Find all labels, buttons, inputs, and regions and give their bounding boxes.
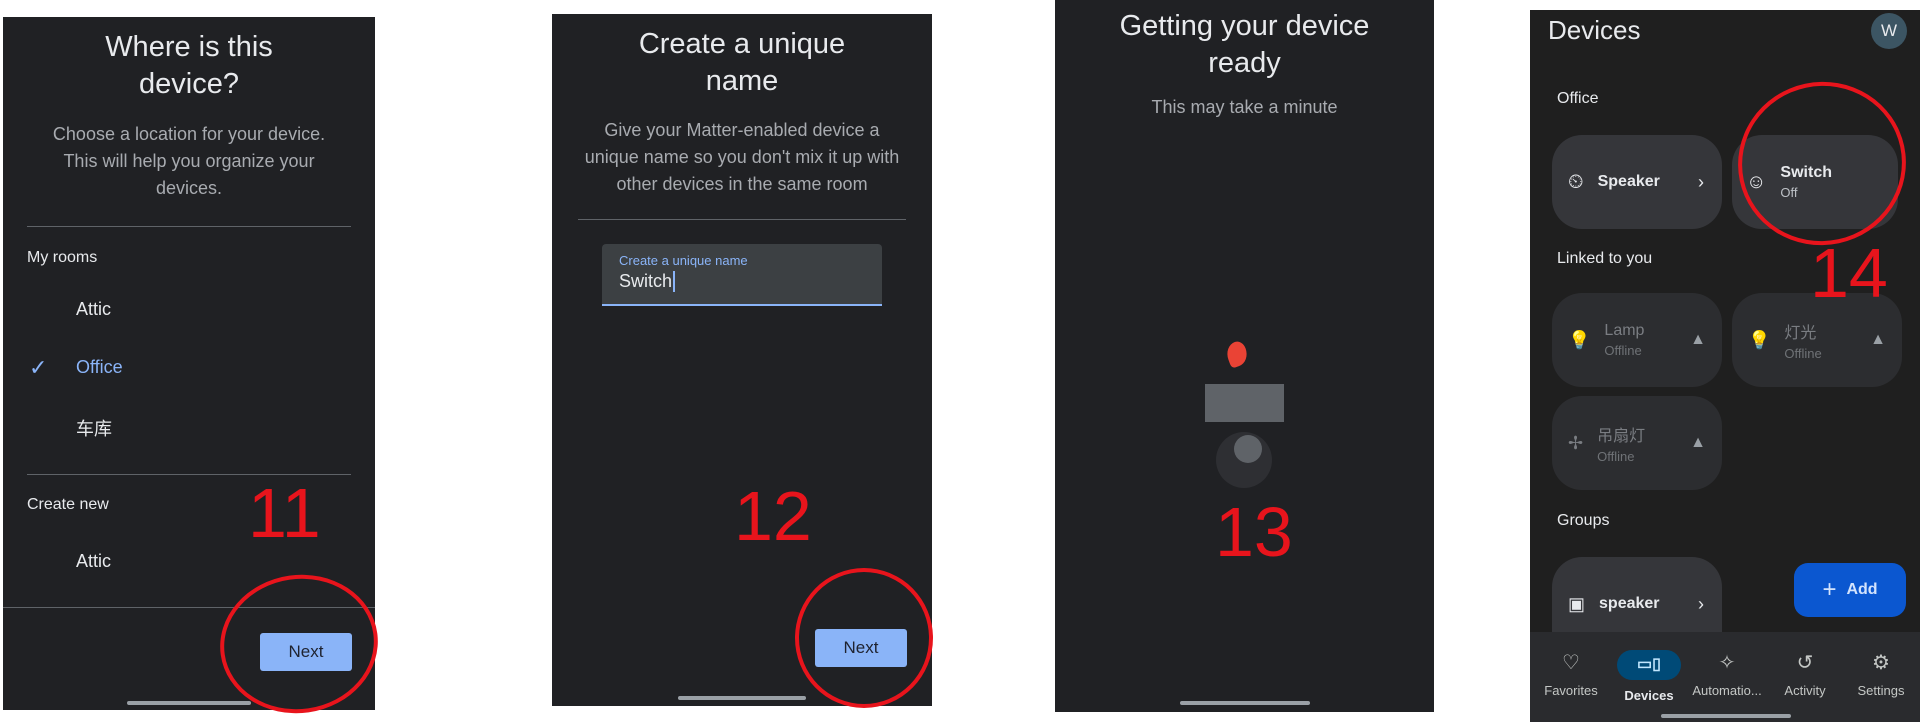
- input-label: Create a unique name: [619, 253, 748, 268]
- nav-label: Devices: [1624, 688, 1674, 703]
- section-linked: Linked to you: [1557, 250, 1653, 267]
- home-indicator: [678, 696, 806, 700]
- device-name: Lamp: [1604, 322, 1645, 339]
- bulb-icon: 💡: [1748, 329, 1771, 350]
- avatar[interactable]: W: [1871, 13, 1907, 49]
- page-title: Devices: [1548, 15, 1641, 45]
- chevron-right-icon: ›: [1698, 593, 1704, 614]
- section-groups: Groups: [1557, 512, 1610, 529]
- page-title: Getting your device ready: [1119, 10, 1370, 79]
- nav-settings[interactable]: ⚙ Settings: [1842, 650, 1920, 698]
- room-option-garage[interactable]: 车库: [3, 401, 375, 453]
- room-label: Attic: [76, 299, 112, 319]
- loading-shape: [1223, 339, 1251, 369]
- step-number: 13: [1215, 493, 1293, 571]
- room-option-office[interactable]: ✓ Office: [3, 343, 375, 395]
- page-subtitle: Choose a location for your device. This …: [52, 124, 326, 198]
- sparkle-icon: ✧: [1718, 652, 1736, 674]
- section-office: Office: [1557, 90, 1599, 107]
- home-indicator: [127, 701, 251, 705]
- name-input[interactable]: Create a unique name Switch: [602, 244, 882, 306]
- page-subtitle: This may take a minute: [1151, 97, 1338, 117]
- page-subtitle: Give your Matter-enabled device a unique…: [584, 120, 900, 194]
- nav-label: Settings: [1857, 683, 1905, 698]
- device-status: Offline: [1597, 449, 1635, 464]
- chevron-right-icon: ›: [1698, 171, 1704, 192]
- nav-label: Activity: [1784, 683, 1826, 698]
- step-number: 14: [1810, 234, 1888, 312]
- device-status: Offline: [1604, 343, 1642, 358]
- add-button[interactable]: + Add: [1794, 563, 1906, 617]
- loading-shape: [1205, 384, 1284, 422]
- warning-icon: ▲: [1870, 331, 1886, 348]
- nav-devices[interactable]: ▭▯ Devices: [1610, 650, 1688, 703]
- warning-icon: ▲: [1690, 434, 1706, 451]
- device-tile-speaker[interactable]: ⏲ Speaker ›: [1552, 135, 1722, 229]
- section-my-rooms: My rooms: [27, 249, 98, 266]
- device-name: 吊扇灯: [1597, 428, 1646, 445]
- room-label: Attic: [76, 551, 112, 571]
- nav-label: Favorites: [1544, 683, 1598, 698]
- bulb-icon: 💡: [1568, 329, 1591, 350]
- nav-label: Automatio...: [1692, 683, 1762, 698]
- device-tile-fan-light[interactable]: ✢ 吊扇灯 Offline ▲: [1552, 396, 1722, 490]
- home-indicator: [1180, 701, 1310, 705]
- annotation-circle: [795, 568, 933, 708]
- screen-getting-ready: Getting your device ready This may take …: [1055, 0, 1434, 712]
- page-title: Where is this device?: [105, 31, 273, 100]
- group-name: speaker: [1599, 595, 1660, 612]
- step-number: 11: [248, 474, 321, 552]
- divider: [578, 219, 906, 220]
- input-value: Switch: [619, 271, 676, 292]
- add-label: Add: [1846, 581, 1878, 598]
- nav-favorites[interactable]: ♡ Favorites: [1532, 650, 1610, 698]
- warning-icon: ▲: [1690, 331, 1706, 348]
- loading-shape: [1216, 432, 1272, 488]
- home-indicator: [1661, 714, 1791, 718]
- section-create-new: Create new: [27, 496, 109, 513]
- step-number: 12: [734, 477, 812, 555]
- plus-icon: +: [1822, 576, 1837, 603]
- device-tile-lamp[interactable]: 💡 Lamp Offline ▲: [1552, 293, 1722, 387]
- nav-automations[interactable]: ✧ Automatio...: [1688, 650, 1766, 698]
- gear-icon: ⚙: [1872, 652, 1890, 674]
- speaker-icon: ⏲: [1568, 170, 1584, 193]
- divider: [27, 226, 351, 227]
- device-name: Speaker: [1597, 173, 1660, 190]
- heart-icon: ♡: [1562, 652, 1580, 674]
- fan-icon: ✢: [1568, 432, 1584, 453]
- history-icon: ↺: [1796, 652, 1814, 674]
- loading-shape: [1234, 435, 1262, 463]
- room-label: 车库: [76, 419, 112, 439]
- device-name: 灯光: [1784, 325, 1817, 342]
- devices-icon: ▭▯: [1617, 650, 1681, 680]
- room-label: Office: [76, 357, 123, 377]
- room-option-attic[interactable]: Attic: [3, 285, 375, 337]
- page-title: Create a unique name: [638, 28, 846, 97]
- speaker-group-icon: ▣: [1568, 593, 1586, 614]
- nav-activity[interactable]: ↺ Activity: [1766, 650, 1844, 698]
- device-status: Offline: [1784, 346, 1822, 361]
- check-icon: ✓: [29, 355, 48, 380]
